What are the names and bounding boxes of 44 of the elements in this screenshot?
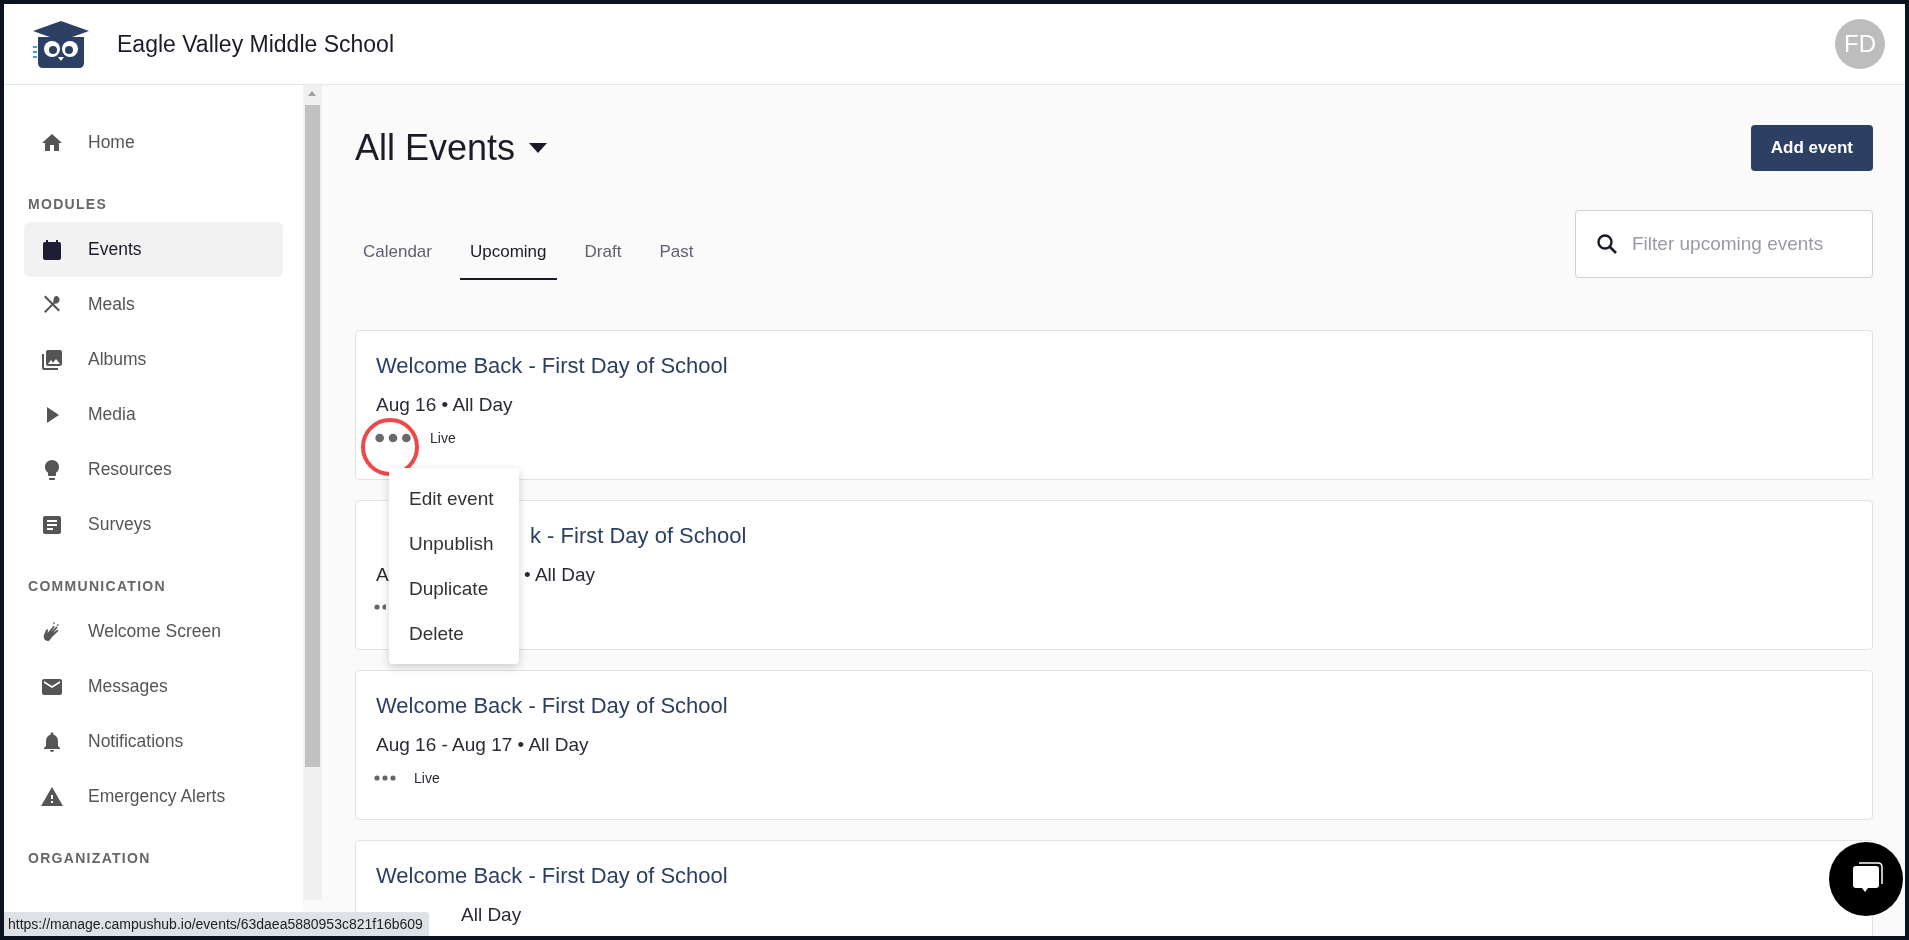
- sidebar-item[interactable]: Notifications: [24, 714, 283, 769]
- search-field[interactable]: Filter upcoming events: [1575, 210, 1873, 278]
- section-heading: MODULES: [28, 196, 109, 212]
- sidebar-item[interactable]: Home: [24, 115, 283, 170]
- sidebar-item[interactable]: Meals: [24, 277, 283, 332]
- tab[interactable]: Past: [649, 228, 704, 280]
- event-title[interactable]: Welcome Back - First Day of School: [376, 863, 728, 888]
- event-card[interactable]: Welcome Back - First Day of School Aug 16 • All Day Live: [355, 330, 1873, 480]
- add-event-button[interactable]: Add event: [1750, 125, 1873, 171]
- event-date: Aug 16 • All Day: [376, 394, 513, 415]
- calendar-icon: [40, 237, 64, 262]
- sidebar-item[interactable]: Media: [24, 387, 283, 442]
- event-date: • All Day: [524, 564, 596, 585]
- event-card[interactable]: Welcome Back - First Day of School Aug 16 - Aug 17 • All Day Live: [355, 670, 1873, 820]
- school-name: Eagle Valley Middle School: [117, 30, 395, 58]
- tab[interactable]: Draft: [574, 228, 632, 280]
- sidebar-item[interactable]: Surveys: [24, 497, 283, 552]
- event-title[interactable]: Welcome Back - First Day of School: [376, 353, 728, 378]
- status-label: Live: [430, 430, 456, 446]
- event-date: Aug 16 - Aug 17 • All Day: [376, 734, 589, 755]
- event-title[interactable]: k - First Day of School: [530, 523, 747, 548]
- more-icon[interactable]: [374, 431, 412, 445]
- tab[interactable]: Calendar: [353, 228, 442, 280]
- sidebar-item[interactable]: Albums: [24, 332, 283, 387]
- url-tooltip: https://manage.campushub.io/events/63daea5880953c821f16b609: [4, 912, 429, 936]
- status-label: Live: [414, 770, 440, 786]
- sidebar-item[interactable]: Messages: [24, 659, 283, 714]
- event-date: All Day: [461, 904, 522, 925]
- event-title[interactable]: Welcome Back - First Day of School: [376, 693, 728, 718]
- section-heading: COMMUNICATION: [28, 578, 167, 594]
- sidebar-item[interactable]: Events: [24, 222, 283, 277]
- photos-icon: [40, 347, 64, 372]
- sidebar-item[interactable]: Emergency Alerts: [24, 769, 283, 824]
- scrollbar[interactable]: [303, 85, 322, 900]
- event-date: A: [376, 564, 389, 585]
- page-title: All Events: [355, 127, 516, 169]
- caret-icon[interactable]: [529, 143, 548, 153]
- search-icon: [1595, 232, 1619, 256]
- sidebar-item[interactable]: Welcome Screen: [24, 604, 283, 659]
- section-heading: ORGANIZATION: [28, 850, 152, 866]
- menu-item[interactable]: Duplicate: [389, 566, 519, 611]
- sidebar-item[interactable]: Resources: [24, 442, 283, 497]
- tab[interactable]: Upcoming: [460, 228, 557, 280]
- menu-item[interactable]: Unpublish: [389, 521, 519, 566]
